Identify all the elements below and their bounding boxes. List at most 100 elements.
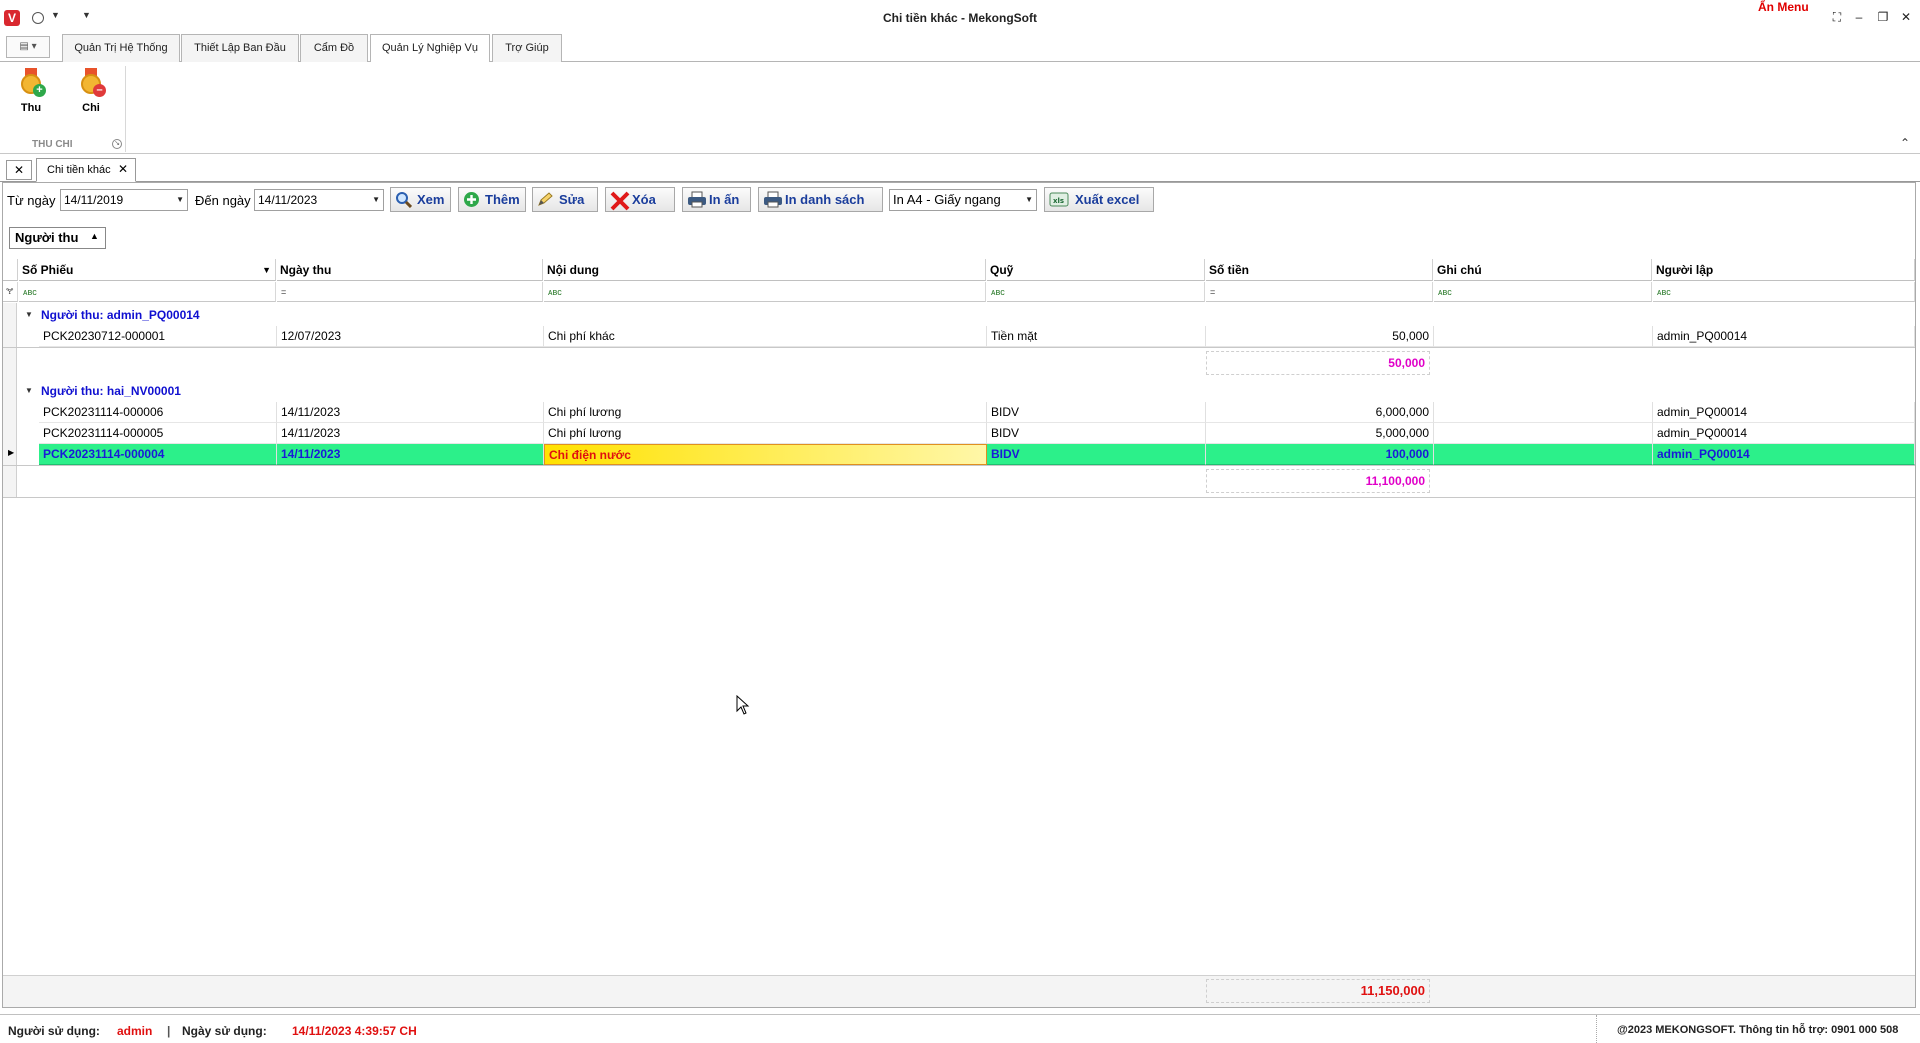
paper-size-value: In A4 - Giấy ngang xyxy=(893,192,1001,207)
collapse-group-icon[interactable]: ▼ xyxy=(25,310,33,319)
chevron-down-icon[interactable]: ▼ xyxy=(176,190,184,210)
view-button[interactable]: Xem xyxy=(390,187,451,212)
document-tab-strip xyxy=(0,158,1920,182)
cell-so-phieu: PCK20231114-000004 xyxy=(39,444,277,465)
cell-ngay-thu: 12/07/2023 xyxy=(277,326,544,347)
group-divider xyxy=(3,465,1915,466)
cell-ghi-chu xyxy=(1434,444,1653,465)
date-value: 14/11/2023 4:39:57 CH xyxy=(292,1024,417,1038)
cell-noi-dung: Chi phí lương xyxy=(544,423,987,444)
cell-so-phieu: PCK20230712-000001 xyxy=(39,326,277,347)
tab-cam-do[interactable]: Cẩm Đồ xyxy=(300,34,368,62)
col-nguoi-lap[interactable]: Người lập xyxy=(1653,259,1915,281)
col-quy[interactable]: Quỹ xyxy=(987,259,1205,281)
edit-button[interactable]: Sửa xyxy=(532,187,598,212)
cell-ngay-thu: 14/11/2023 xyxy=(277,444,544,465)
filter-nguoi-lap[interactable]: ᴀʙᴄ xyxy=(1653,282,1915,302)
mouse-pointer-icon xyxy=(736,694,750,718)
col-so-tien[interactable]: Số tiền xyxy=(1206,259,1433,281)
collapse-ribbon-icon[interactable]: ⌃ xyxy=(1900,136,1910,150)
collapse-group-icon[interactable]: ▼ xyxy=(25,386,33,395)
sort-up-icon[interactable]: ▲ xyxy=(90,231,99,241)
filter-ngay-thu[interactable]: = xyxy=(277,282,543,302)
print-list-button[interactable]: In danh sách xyxy=(758,187,883,212)
cell-ghi-chu xyxy=(1434,326,1653,347)
chevron-down-icon[interactable]: ▼ xyxy=(372,190,380,210)
cell-so-tien: 5,000,000 xyxy=(1206,423,1434,444)
group-header-text: Người thu: admin_PQ00014 xyxy=(41,308,200,322)
magnifier-icon xyxy=(395,191,413,209)
cell-noi-dung-focused[interactable]: Chi điện nước xyxy=(544,444,987,465)
paper-size-select[interactable]: In A4 - Giấy ngang ▼ xyxy=(889,189,1037,211)
fullscreen-icon[interactable]: ⛶ xyxy=(1828,10,1846,25)
thu-button[interactable]: + Thu xyxy=(6,68,56,124)
user-value: admin xyxy=(117,1024,153,1038)
delete-button[interactable]: Xóa xyxy=(605,187,675,212)
date-label: Ngày sử dụng: xyxy=(182,1024,267,1038)
print-button[interactable]: In ấn xyxy=(682,187,751,212)
from-date-input[interactable]: 14/11/2019 ▼ xyxy=(60,189,188,211)
doc-tab-close-icon[interactable]: ✕ xyxy=(118,162,128,176)
status-bar: Người sử dụng: admin | Ngày sử dụng: 14/… xyxy=(0,1014,1920,1043)
printer-icon xyxy=(763,191,782,208)
delete-label: Xóa xyxy=(632,192,656,207)
from-date-label: Từ ngày xyxy=(7,193,56,208)
row-indicator-header xyxy=(3,259,18,281)
hide-menu-link[interactable]: Ẩn Menu xyxy=(1758,0,1809,14)
cell-ghi-chu xyxy=(1434,402,1653,423)
close-all-tabs-icon[interactable]: ✕ xyxy=(6,160,32,180)
export-excel-button[interactable]: xls Xuất excel xyxy=(1044,187,1154,212)
to-date-value: 14/11/2023 xyxy=(258,193,318,207)
cell-nguoi-lap: admin_PQ00014 xyxy=(1653,326,1915,347)
window-title: Chi tiền khác - MekongSoft xyxy=(882,11,1037,25)
to-date-input[interactable]: 14/11/2023 ▼ xyxy=(254,189,384,211)
printer-icon xyxy=(687,191,706,208)
cell-noi-dung: Chi phí lương xyxy=(544,402,987,423)
cell-quy: BIDV xyxy=(987,423,1206,444)
group-row-hai[interactable]: Người thu: hai_NV00001 xyxy=(17,381,517,401)
close-icon[interactable]: ✕ xyxy=(1897,10,1915,24)
restore-icon[interactable]: ❐ xyxy=(1874,10,1892,24)
filter-ghi-chu[interactable]: ᴀʙᴄ xyxy=(1434,282,1652,302)
cell-so-tien: 6,000,000 xyxy=(1206,402,1434,423)
group-launcher-icon[interactable]: ↘ xyxy=(112,139,122,149)
delete-x-icon xyxy=(610,191,630,211)
cell-so-phieu: PCK20231114-000005 xyxy=(39,423,277,444)
excel-icon: xls xyxy=(1049,191,1069,208)
add-circle-icon xyxy=(463,191,480,208)
chevron-down-icon[interactable]: ▼ xyxy=(1025,190,1033,210)
status-divider xyxy=(1596,1015,1597,1043)
filter-noi-dung[interactable]: ᴀʙᴄ xyxy=(544,282,986,302)
col-ghi-chu[interactable]: Ghi chú xyxy=(1434,259,1652,281)
filter-quy[interactable]: ᴀʙᴄ xyxy=(987,282,1205,302)
from-date-value: 14/11/2019 xyxy=(64,193,124,207)
tab-quan-ly-nghiep-vu[interactable]: Quản Lý Nghiệp Vụ xyxy=(370,34,490,63)
filter-so-phieu[interactable]: ᴀʙᴄ xyxy=(19,282,276,302)
minimize-icon[interactable]: – xyxy=(1850,10,1868,24)
thu-label: Thu xyxy=(20,102,42,114)
col-noi-dung[interactable]: Nội dung xyxy=(544,259,986,281)
tab-tro-giup[interactable]: Trợ Giúp xyxy=(492,34,562,62)
group-row-admin[interactable]: Người thu: admin_PQ00014 xyxy=(17,305,517,325)
filter-so-tien[interactable]: = xyxy=(1206,282,1433,302)
col-so-phieu[interactable]: Số Phiếu ▼ xyxy=(19,259,276,281)
cell-quy: BIDV xyxy=(987,444,1206,465)
row-indicator-column xyxy=(3,303,17,498)
chi-button[interactable]: – Chi xyxy=(66,68,116,124)
cell-ghi-chu xyxy=(1434,423,1653,444)
copyright-text: @2023 MEKONGSOFT. Thông tin hỗ trợ: 0901… xyxy=(1617,1024,1899,1036)
col-so-phieu-label: Số Phiếu xyxy=(22,263,74,277)
cell-noi-dung: Chi phí khác xyxy=(544,326,987,347)
application-menu-button[interactable]: ▤ ▾ xyxy=(6,36,50,58)
col-ngay-thu[interactable]: Ngày thu xyxy=(277,259,543,281)
tab-quan-tri-he-thong[interactable]: Quản Trị Hệ Thống xyxy=(62,34,180,62)
medal-plus-icon: + xyxy=(17,68,46,98)
group-header-text: Người thu: hai_NV00001 xyxy=(41,384,181,398)
group-subtotal: 11,100,000 xyxy=(1206,469,1430,493)
group-divider xyxy=(3,347,1915,348)
filter-dropdown-icon[interactable]: ▼ xyxy=(262,259,271,281)
add-button[interactable]: Thêm xyxy=(458,187,526,212)
add-label: Thêm xyxy=(485,192,520,207)
tab-thiet-lap-ban-dau[interactable]: Thiết Lập Ban Đầu xyxy=(181,34,299,62)
grand-total-footer xyxy=(3,975,1915,1007)
